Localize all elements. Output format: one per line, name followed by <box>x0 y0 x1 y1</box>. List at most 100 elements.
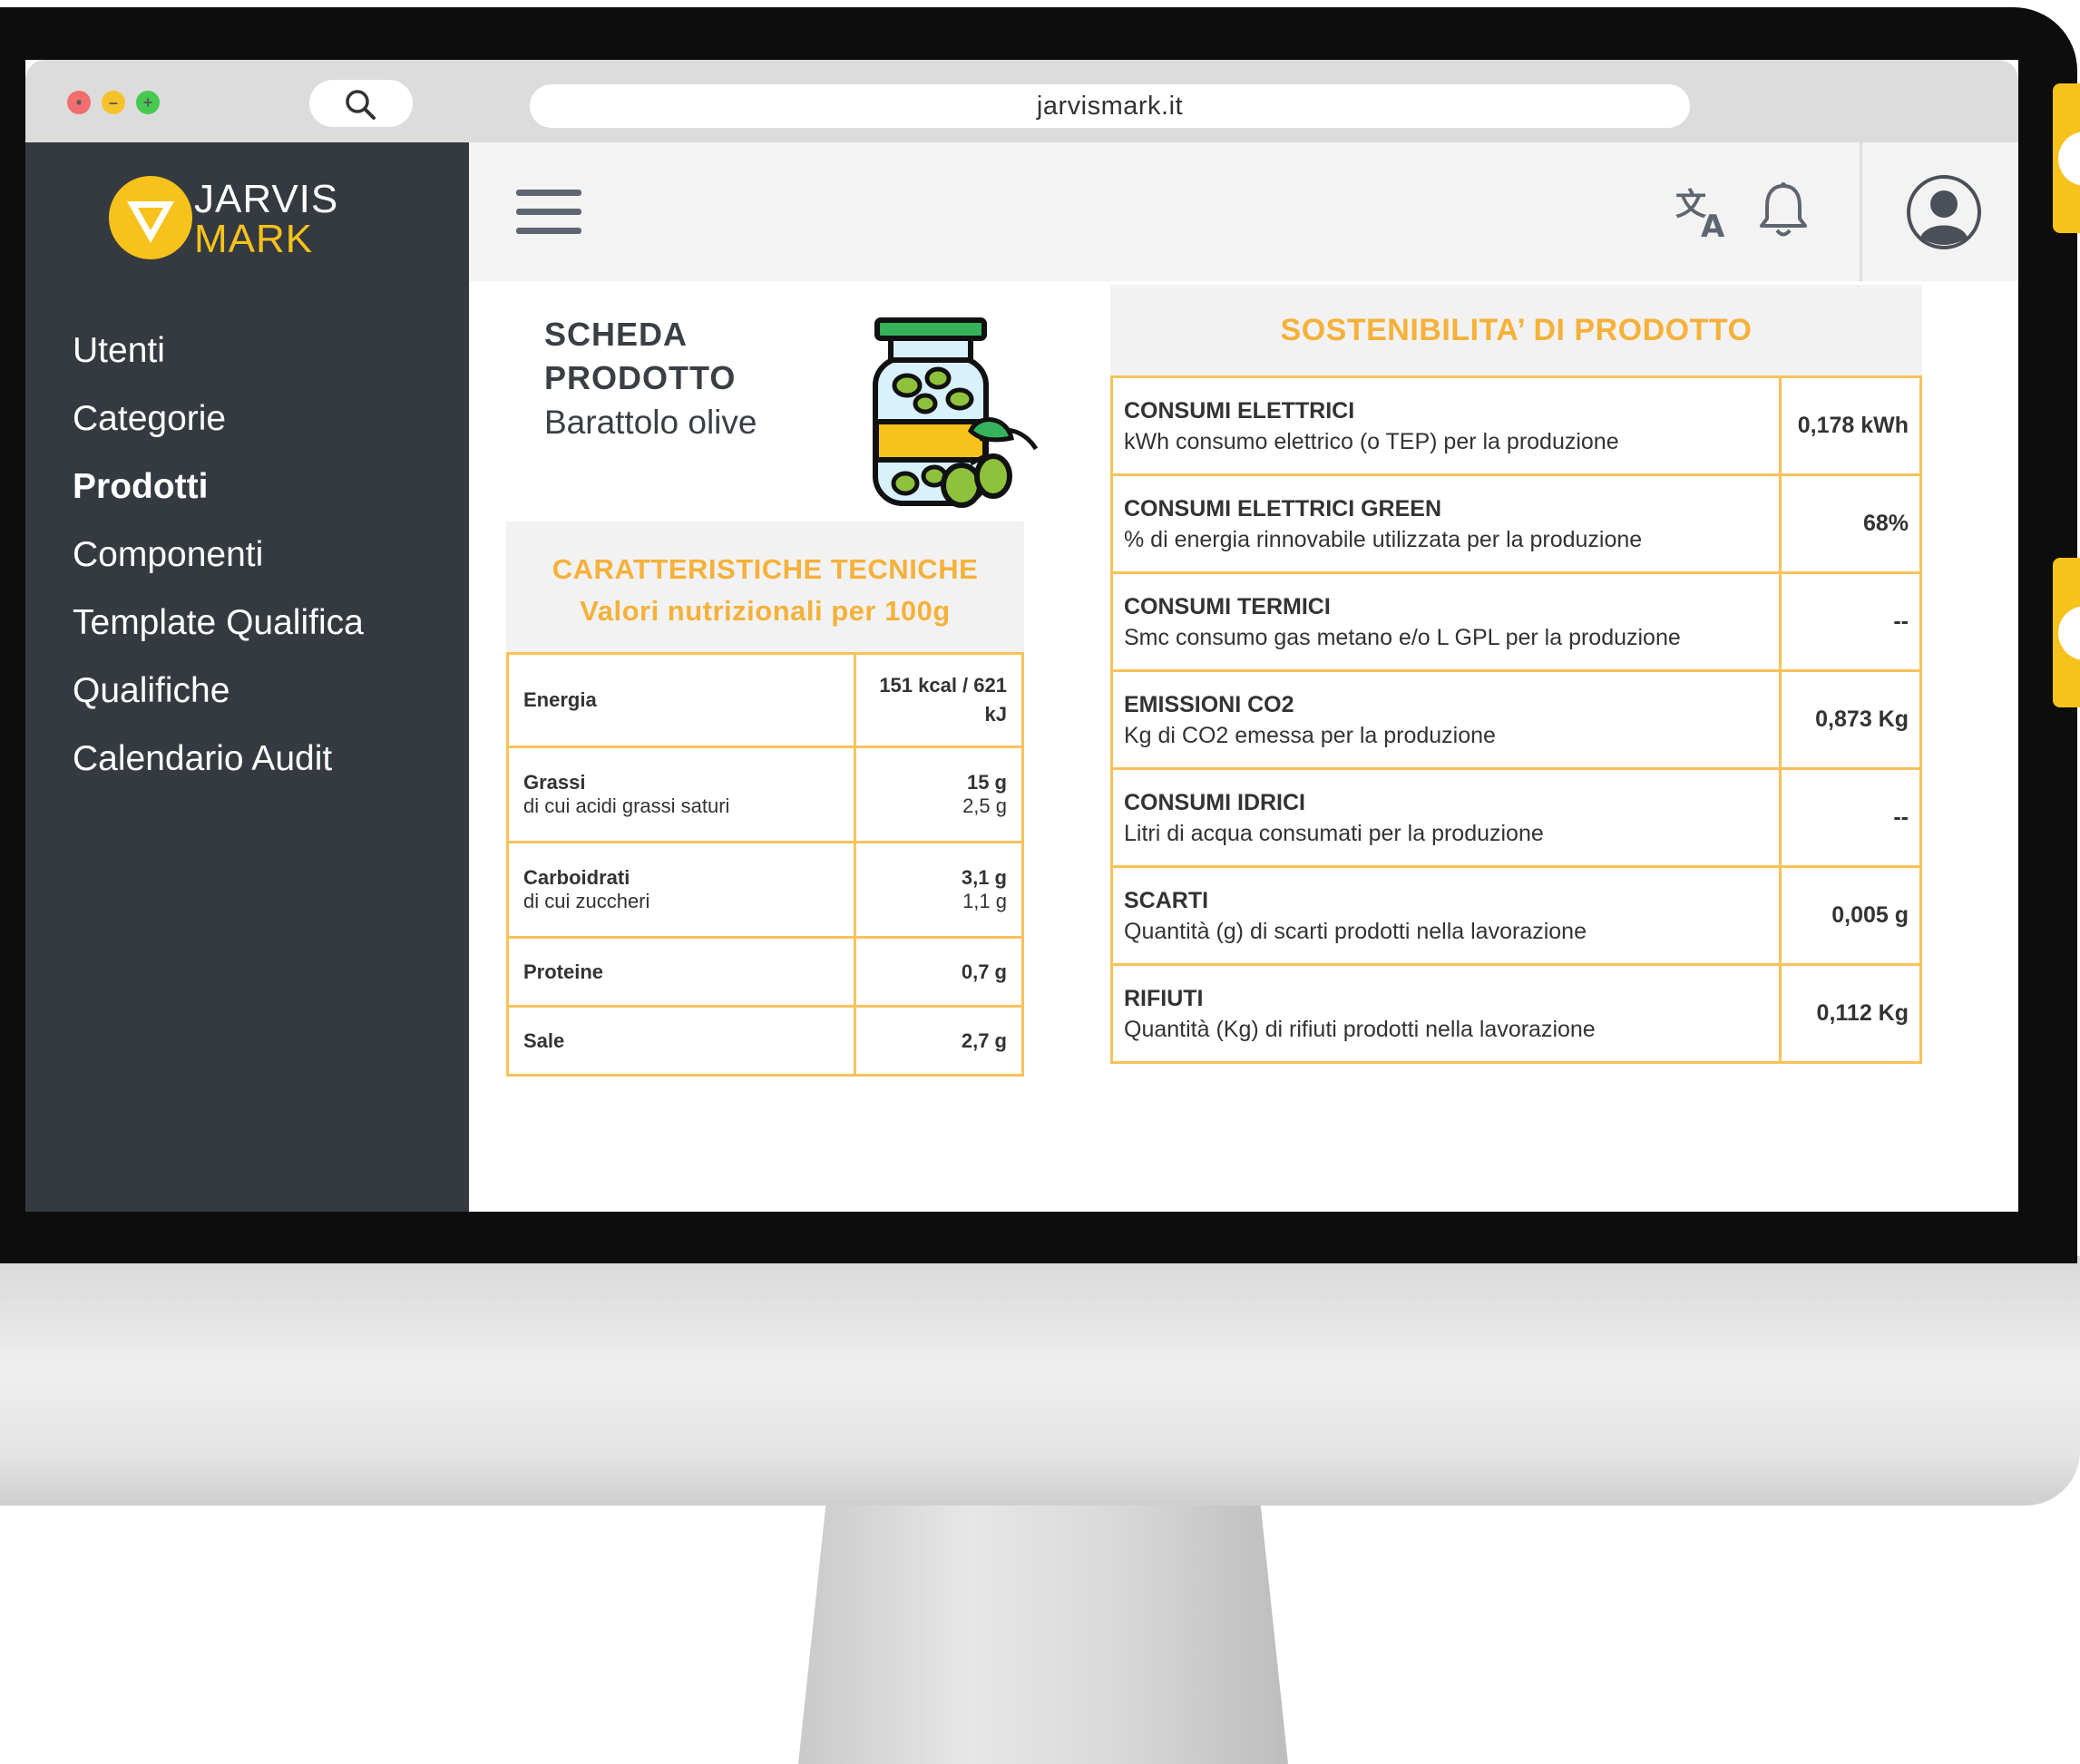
nutrition-label-cell: Energia <box>506 652 856 748</box>
sustainability-label-cell: CONSUMI IDRICI Litri di acqua consumati p… <box>1110 767 1782 868</box>
nutrition-label: Energia <box>523 688 597 711</box>
sustainability-value: -- <box>1779 571 1922 672</box>
logo-icon <box>109 176 192 259</box>
monitor-stand <box>798 1487 1288 1764</box>
avatar-icon[interactable] <box>1906 174 1982 250</box>
table-row: Grassi di cui acidi grassi saturi 15 g 2… <box>506 746 1024 843</box>
sidebar-item-utenti[interactable]: Utenti <box>73 328 364 396</box>
address-bar[interactable]: jarvismark.it <box>530 84 1690 128</box>
menu-icon[interactable] <box>516 190 581 247</box>
sidebar-item-categorie[interactable]: Categorie <box>73 396 364 464</box>
sustainability-value: 0,005 g <box>1779 865 1922 966</box>
sustainability-description: Quantità (g) di scarti prodotti nella la… <box>1124 918 1587 944</box>
sidebar-item-qualifiche[interactable]: Qualifiche <box>73 668 364 736</box>
nutrition-value: 0,7 g <box>961 960 1007 983</box>
sustainability-value: 0,112 Kg <box>1779 963 1922 1064</box>
table-row: EMISSIONI CO2 Kg di CO2 emessa per la pro… <box>1110 669 1922 770</box>
nutrition-value-cell: 151 kcal / 621 kJ <box>854 652 1024 748</box>
sustainability-description: Litri di acqua consumati per la produzio… <box>1124 820 1544 846</box>
sidebar-item-prodotti[interactable]: Prodotti <box>73 464 364 532</box>
sustainability-label: RIFIUTI <box>1124 985 1204 1011</box>
browser-search-button[interactable] <box>309 80 413 127</box>
nutrition-value: 151 kcal / 621 kJ <box>879 674 1007 726</box>
close-window-button[interactable]: • <box>67 91 91 114</box>
sustainability-label: CONSUMI TERMICI <box>1124 593 1331 619</box>
nutrition-sublabel: di cui acidi grassi saturi <box>523 794 730 817</box>
sidebar-item-componenti[interactable]: Componenti <box>73 532 364 600</box>
page-title-line-1: SCHEDA <box>544 316 688 353</box>
nutrition-label-cell: Carboidrati di cui zuccheri <box>506 841 856 939</box>
table-row: CONSUMI TERMICI Smc consumo gas metano e/… <box>1110 571 1922 672</box>
sustainability-label-cell: SCARTI Quantità (g) di scarti prodotti ne… <box>1110 865 1782 966</box>
nutrition-value: 15 g <box>966 771 1007 794</box>
nutrition-value-cell: 2,7 g <box>854 1005 1024 1077</box>
browser-bar: • – + jarvismark.it <box>25 60 2018 142</box>
top-bar: 文 A <box>469 142 2018 281</box>
sustainability-label-cell: CONSUMI ELETTRICI kWh consumo elettrico (… <box>1110 375 1782 476</box>
sustainability-label-cell: RIFIUTI Quantità (Kg) di rifiuti prodotti… <box>1110 963 1782 1064</box>
logo-line-1: JARVIS <box>194 177 339 221</box>
sustainability-label-cell: CONSUMI ELETTRICI GREEN % di energia rinn… <box>1110 473 1782 574</box>
table-row: Sale 2,7 g <box>506 1005 1024 1077</box>
sustainability-value: 0,178 kWh <box>1779 375 1922 476</box>
sustainability-label: CONSUMI ELETTRICI GREEN <box>1124 495 1442 521</box>
technical-panel-header: CARATTERISTICHE TECNICHE Valori nutrizio… <box>506 521 1024 652</box>
table-row: CONSUMI IDRICI Litri di acqua consumati p… <box>1110 767 1922 868</box>
side-tab-middle <box>2053 558 2080 707</box>
sustainability-description: Smc consumo gas metano e/o L GPL per la … <box>1124 624 1681 650</box>
bell-icon[interactable] <box>1757 180 1810 240</box>
sustainability-label-cell: CONSUMI TERMICI Smc consumo gas metano e/… <box>1110 571 1782 672</box>
side-tab-top <box>2053 83 2080 233</box>
monitor-chin <box>0 1256 2080 1506</box>
nutrition-label-cell: Proteine <box>506 936 856 1008</box>
nutrition-label-cell: Grassi di cui acidi grassi saturi <box>506 746 856 843</box>
logo-wordmark: JARVIS MARK <box>194 180 338 259</box>
technical-panel-subtitle: Valori nutrizionali per 100g <box>580 595 951 627</box>
nutrition-value: 3,1 g <box>961 866 1007 889</box>
nutrition-label: Carboidrati <box>523 866 630 889</box>
sustainability-panel: SOSTENIBILITA’ DI PRODOTTO CONSUMI ELETT… <box>1110 285 1922 1064</box>
minimize-window-button[interactable]: – <box>102 91 125 114</box>
table-row: RIFIUTI Quantità (Kg) di rifiuti prodotti… <box>1110 963 1922 1064</box>
logo-line-2: MARK <box>194 217 314 261</box>
jarvis-mark-logo[interactable]: JARVIS MARK <box>107 174 379 265</box>
topbar-divider <box>1860 142 1862 281</box>
sustainability-label: EMISSIONI CO2 <box>1124 691 1294 717</box>
sustainability-description: Kg di CO2 emessa per la produzione <box>1124 722 1496 748</box>
nutrition-label: Grassi <box>523 771 586 794</box>
nutrition-subvalue: 2,5 g <box>962 794 1007 817</box>
product-name: Barattolo olive <box>544 404 757 441</box>
sustainability-panel-title: SOSTENIBILITA’ DI PRODOTTO <box>1110 285 1922 375</box>
technical-characteristics-panel: CARATTERISTICHE TECNICHE Valori nutrizio… <box>506 521 1024 1077</box>
maximize-window-button[interactable]: + <box>136 91 160 114</box>
olive-jar-icon <box>873 317 1039 508</box>
sidebar-item-calendario-audit[interactable]: Calendario Audit <box>73 736 364 804</box>
search-icon <box>346 90 376 120</box>
nutrition-value: 2,7 g <box>961 1028 1007 1052</box>
sustainability-value: 68% <box>1779 473 1922 574</box>
table-row: CONSUMI ELETTRICI kWh consumo elettrico (… <box>1110 375 1922 476</box>
product-title-block: SCHEDA PRODOTTO Barattolo olive <box>544 313 757 445</box>
table-row: Proteine 0,7 g <box>506 936 1024 1008</box>
translate-icon[interactable]: 文 A <box>1674 182 1733 242</box>
sustainability-description: kWh consumo elettrico (o TEP) per la pro… <box>1124 428 1619 454</box>
sustainability-label-cell: EMISSIONI CO2 Kg di CO2 emessa per la pro… <box>1110 669 1782 770</box>
table-row: Energia 151 kcal / 621 kJ <box>506 652 1024 748</box>
sidebar: JARVIS MARK Utenti Categorie Prodotti Co… <box>25 142 469 1212</box>
nutrition-value-cell: 0,7 g <box>854 936 1024 1008</box>
technical-panel-title: CARATTERISTICHE TECNICHE <box>552 553 979 585</box>
table-row: SCARTI Quantità (g) di scarti prodotti ne… <box>1110 865 1922 966</box>
nutrition-value-cell: 3,1 g 1,1 g <box>854 841 1024 939</box>
sustainability-table: CONSUMI ELETTRICI kWh consumo elettrico (… <box>1110 375 1922 1064</box>
page-title-line-2: PRODOTTO <box>544 359 737 396</box>
nutrition-sublabel: di cui zuccheri <box>523 890 650 912</box>
table-row: Carboidrati di cui zuccheri 3,1 g 1,1 g <box>506 841 1024 939</box>
sustainability-description: % di energia rinnovabile utilizzata per … <box>1124 526 1643 552</box>
sustainability-label: CONSUMI ELETTRICI <box>1124 397 1355 424</box>
sustainability-value: 0,873 Kg <box>1779 669 1922 770</box>
nutrition-label: Sale <box>523 1028 565 1052</box>
sustainability-description: Quantità (Kg) di rifiuti prodotti nella … <box>1124 1016 1596 1042</box>
sustainability-label: SCARTI <box>1124 887 1209 913</box>
sidebar-item-template-qualifica[interactable]: Template Qualifica <box>73 600 364 668</box>
sustainability-label: CONSUMI IDRICI <box>1124 789 1305 815</box>
